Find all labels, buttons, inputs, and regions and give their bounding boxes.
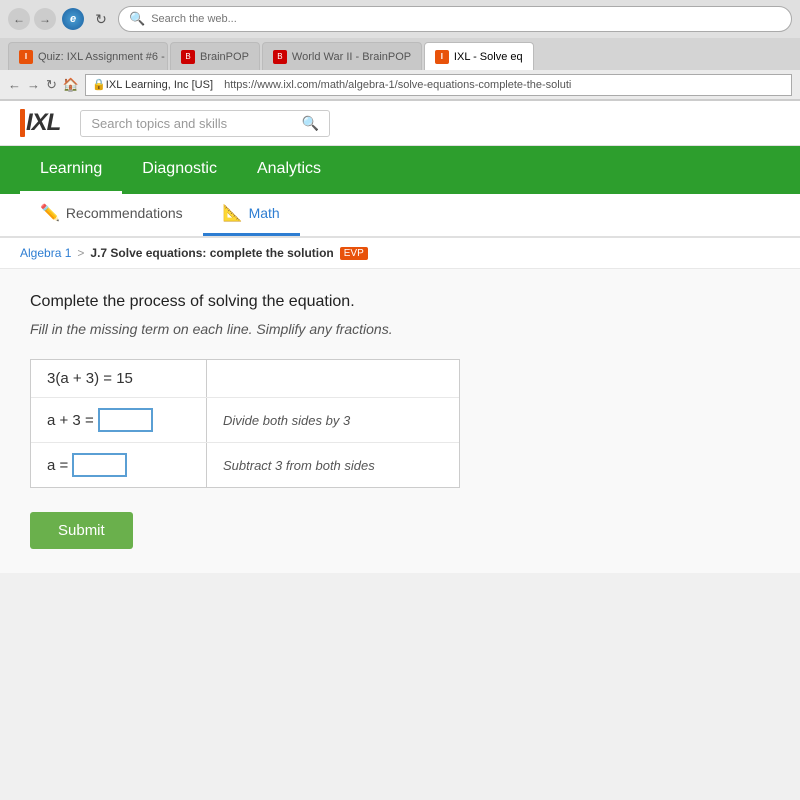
url-back-button[interactable]: ← [8, 77, 21, 92]
tab-label-brainpop: BrainPOP [200, 51, 249, 63]
search-icon-btn[interactable]: 🔍 [302, 115, 319, 132]
tab-quiz-ixl[interactable]: I Quiz: IXL Assignment #6 - I [8, 42, 168, 70]
tab-favicon-brain1: B [181, 50, 195, 64]
problem-title: Complete the process of solving the equa… [30, 293, 770, 311]
tab-label-quiz: Quiz: IXL Assignment #6 - I [38, 51, 168, 63]
ixl-logo-text: IXL [26, 109, 60, 137]
home-icon: 🏠 [63, 77, 79, 93]
browser-chrome: ← → e ↻ 🔍 I Quiz: IXL Assignment #6 - I … [0, 0, 800, 101]
refresh-button[interactable]: ↻ [90, 8, 112, 30]
ie-logo: e [62, 8, 84, 30]
equation-row-1: 3(a + 3) = 15 [31, 360, 459, 398]
url-field[interactable]: 🔒 IXL Learning, Inc [US] https://www.ixl… [85, 74, 792, 96]
sub-tab-math[interactable]: 📐 Math [203, 192, 300, 236]
url-refresh-button[interactable]: ↻ [46, 77, 57, 93]
url-bar-row: ← → ↻ 🏠 🔒 IXL Learning, Inc [US] https:/… [0, 70, 800, 100]
nav-item-learning[interactable]: Learning [20, 146, 122, 194]
tab-favicon-ixl1: I [19, 50, 33, 64]
sub-tab-recommendations[interactable]: ✏️ Recommendations [20, 192, 203, 236]
tab-worldwar[interactable]: B World War II - BrainPOP [262, 42, 422, 70]
sub-tabs: ✏️ Recommendations 📐 Math [0, 194, 800, 238]
ixl-logo: IXL [20, 109, 60, 137]
back-button[interactable]: ← [8, 8, 30, 30]
equation-cell-right-2: Divide both sides by 3 [207, 398, 459, 442]
nav-buttons: ← → [8, 8, 56, 30]
ixl-header: IXL Search topics and skills 🔍 [0, 101, 800, 146]
address-bar[interactable]: 🔍 [118, 6, 792, 32]
breadcrumb-parent[interactable]: Algebra 1 [20, 246, 71, 260]
tabs-bar: I Quiz: IXL Assignment #6 - I B BrainPOP… [0, 38, 800, 70]
address-input[interactable] [151, 13, 781, 25]
equation-cell-right-3: Subtract 3 from both sides [207, 443, 459, 487]
nav-item-analytics[interactable]: Analytics [237, 146, 341, 194]
search-bar[interactable]: Search topics and skills 🔍 [80, 110, 330, 137]
search-placeholder: Search topics and skills [91, 116, 294, 131]
breadcrumb-bar: Algebra 1 > J.7 Solve equations: complet… [0, 238, 800, 269]
equation-text-1: 3(a + 3) = 15 [47, 370, 133, 387]
submit-button[interactable]: Submit [30, 512, 133, 549]
equation-table: 3(a + 3) = 15 a + 3 = Divide both sides … [30, 359, 460, 488]
breadcrumb-current: J.7 Solve equations: complete the soluti… [90, 246, 333, 260]
nav-label-diagnostic: Diagnostic [142, 160, 217, 178]
tab-ixl-solve[interactable]: I IXL - Solve eq [424, 42, 534, 70]
tab-favicon-brain2: B [273, 50, 287, 64]
equation-cell-left-3: a = [31, 443, 206, 487]
equation-hint-2: Divide both sides by 3 [223, 413, 350, 428]
nav-label-analytics: Analytics [257, 160, 321, 178]
nav-label-learning: Learning [40, 160, 102, 178]
recommendations-icon: ✏️ [40, 203, 60, 223]
breadcrumb: Algebra 1 > J.7 Solve equations: complet… [20, 246, 780, 260]
answer-input-1[interactable] [98, 408, 153, 432]
browser-toolbar: ← → e ↻ 🔍 [0, 0, 800, 38]
equation-cell-left-2: a + 3 = [31, 398, 206, 442]
equation-cell-left-1: 3(a + 3) = 15 [31, 360, 206, 397]
forward-button[interactable]: → [34, 8, 56, 30]
breadcrumb-badge: EVP [340, 247, 368, 260]
equation-cell-right-1 [207, 360, 459, 397]
lock-icon: 🔒 [92, 78, 106, 91]
problem-subtitle: Fill in the missing term on each line. S… [30, 321, 770, 337]
sub-tab-label-math: Math [249, 205, 280, 221]
tab-label-worldwar: World War II - BrainPOP [292, 51, 411, 63]
equation-prefix-2: a + 3 = [47, 412, 94, 429]
nav-bar: Learning Diagnostic Analytics [0, 146, 800, 194]
equation-prefix-3: a = [47, 457, 68, 474]
ixl-logo-bar [20, 109, 25, 137]
tab-favicon-ixl2: I [435, 50, 449, 64]
main-content: Complete the process of solving the equa… [0, 269, 800, 573]
site-info: IXL Learning, Inc [US] [106, 79, 213, 91]
answer-input-2[interactable] [72, 453, 127, 477]
url-forward-button[interactable]: → [27, 77, 40, 92]
equation-hint-3: Subtract 3 from both sides [223, 458, 375, 473]
nav-item-diagnostic[interactable]: Diagnostic [122, 146, 237, 194]
equation-row-3: a = Subtract 3 from both sides [31, 443, 459, 487]
ie-logo-text: e [70, 13, 76, 25]
math-icon: 📐 [223, 203, 243, 223]
sub-tab-label-recommendations: Recommendations [66, 205, 183, 221]
url-text: https://www.ixl.com/math/algebra-1/solve… [221, 79, 571, 91]
tab-label-ixlsolve: IXL - Solve eq [454, 51, 523, 63]
search-icon: 🔍 [129, 11, 145, 27]
tab-brainpop[interactable]: B BrainPOP [170, 42, 260, 70]
breadcrumb-separator: > [77, 246, 84, 260]
equation-row-2: a + 3 = Divide both sides by 3 [31, 398, 459, 443]
